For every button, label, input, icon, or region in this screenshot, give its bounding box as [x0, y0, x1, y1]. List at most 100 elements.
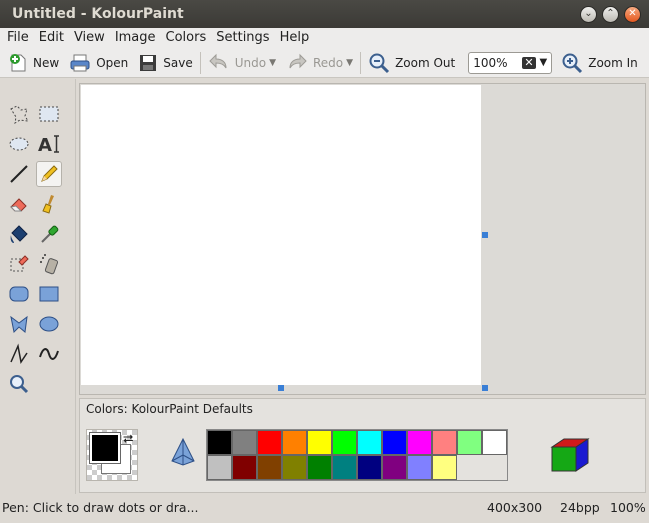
- canvas-scroll-area: [79, 83, 646, 395]
- rectangular-selection-tool[interactable]: [36, 101, 62, 127]
- undo-button[interactable]: Undo ▼: [203, 50, 281, 76]
- menu-file[interactable]: File: [2, 28, 34, 48]
- menu-colors[interactable]: Colors: [161, 28, 212, 48]
- color-swatch[interactable]: [207, 430, 232, 455]
- zoom-out-button[interactable]: Zoom Out: [363, 50, 460, 76]
- curve-tool[interactable]: [36, 341, 62, 367]
- color-swatch[interactable]: [307, 430, 332, 455]
- resize-handle-corner[interactable]: [482, 385, 488, 391]
- color-palette: [206, 429, 508, 481]
- drawing-canvas[interactable]: [81, 85, 481, 385]
- color-swatch[interactable]: [482, 430, 507, 455]
- pen-tool[interactable]: [36, 161, 62, 187]
- color-swatch[interactable]: [432, 430, 457, 455]
- flood-fill-tool[interactable]: [6, 221, 32, 247]
- resize-handle-bottom[interactable]: [278, 385, 284, 391]
- new-label: New: [33, 55, 60, 70]
- color-swatch[interactable]: [332, 455, 357, 480]
- main-toolbar: New Open Save Undo ▼ Redo ▼ Zoom Out 100…: [0, 48, 649, 78]
- clear-text-icon[interactable]: ✕: [522, 56, 536, 69]
- zoom-value: 100%: [473, 55, 508, 70]
- color-swatch[interactable]: [232, 455, 257, 480]
- tool-box: A: [2, 79, 76, 494]
- color-swatch[interactable]: [407, 455, 432, 480]
- free-form-selection-tool[interactable]: [6, 101, 32, 127]
- line-tool[interactable]: [6, 161, 32, 187]
- undo-dropdown-arrow-icon[interactable]: ▼: [269, 58, 276, 68]
- menu-help[interactable]: Help: [275, 28, 315, 48]
- color-swatch[interactable]: [457, 430, 482, 455]
- redo-icon: [289, 53, 307, 68]
- menu-settings[interactable]: Settings: [211, 28, 274, 48]
- color-swatch[interactable]: [307, 455, 332, 480]
- rect-select-icon: [39, 106, 59, 122]
- color-eraser-tool[interactable]: [6, 251, 32, 277]
- menu-image[interactable]: Image: [110, 28, 161, 48]
- color-swatch[interactable]: [382, 455, 407, 480]
- polygon-tool[interactable]: [6, 311, 32, 337]
- zoom-tool[interactable]: [6, 371, 32, 397]
- elliptical-selection-tool[interactable]: [6, 131, 32, 157]
- color-swatch[interactable]: [257, 430, 282, 455]
- color-cube-icon: [550, 438, 590, 472]
- redo-label: Redo: [313, 55, 344, 70]
- rectangle-tool[interactable]: [36, 281, 62, 307]
- foreground-color-swatch[interactable]: [89, 432, 121, 464]
- color-swatch[interactable]: [432, 455, 457, 480]
- redo-button[interactable]: Redo ▼: [281, 50, 358, 76]
- color-palette-label: Colors: KolourPaint Defaults: [86, 402, 253, 416]
- title-bar: Untitled - KolourPaint ⌄ ⌃ ✕: [0, 0, 649, 28]
- zoom-in-label: Zoom In: [588, 55, 638, 70]
- curve-icon: [39, 348, 59, 360]
- redo-dropdown-arrow-icon[interactable]: ▼: [346, 58, 353, 68]
- status-zoom: 100%: [610, 499, 646, 515]
- open-button[interactable]: Open: [64, 50, 133, 76]
- zoom-in-button[interactable]: Zoom In: [556, 50, 643, 76]
- status-color-depth: 24bpp: [560, 499, 600, 515]
- brush-tool[interactable]: [36, 191, 62, 217]
- color-swatch[interactable]: [232, 430, 257, 455]
- save-button[interactable]: Save: [133, 50, 197, 76]
- rounded-rectangle-icon: [9, 286, 29, 302]
- undo-icon: [209, 53, 227, 68]
- color-swatch[interactable]: [382, 430, 407, 455]
- menu-edit[interactable]: Edit: [34, 28, 69, 48]
- eraser-tool[interactable]: [6, 191, 32, 217]
- color-picker-tool[interactable]: [36, 221, 62, 247]
- zoom-select[interactable]: 100% ✕ ▼: [468, 51, 553, 74]
- zoom-out-label: Zoom Out: [395, 55, 456, 70]
- maximize-button[interactable]: ⌃: [602, 5, 619, 23]
- spraycan-tool[interactable]: [36, 251, 62, 277]
- save-disk-icon: [140, 54, 157, 71]
- new-button[interactable]: New: [3, 50, 64, 76]
- text-tool[interactable]: A: [36, 131, 62, 157]
- svg-text:A: A: [38, 135, 52, 155]
- save-label: Save: [163, 55, 193, 70]
- resize-handle-right[interactable]: [482, 232, 488, 238]
- eyedropper-icon: [41, 225, 59, 243]
- connected-lines-tool[interactable]: [6, 341, 32, 367]
- close-button[interactable]: ✕: [624, 5, 641, 23]
- rectangle-icon: [39, 286, 59, 302]
- swap-colors-icon[interactable]: ⮂: [123, 432, 133, 447]
- pencil-icon: [41, 165, 58, 182]
- zoom-in-icon: [562, 53, 583, 73]
- color-swatch[interactable]: [357, 430, 382, 455]
- color-swatch[interactable]: [282, 430, 307, 455]
- menu-bar: File Edit View Image Colors Settings Hel…: [0, 28, 649, 48]
- minimize-button[interactable]: ⌄: [580, 5, 597, 23]
- color-swatch[interactable]: [207, 455, 232, 480]
- color-swatch[interactable]: [407, 430, 432, 455]
- menu-view[interactable]: View: [69, 28, 110, 48]
- text-icon: A: [38, 135, 59, 155]
- color-swatch[interactable]: [357, 455, 382, 480]
- status-message: Pen: Click to draw dots or dra...: [2, 499, 199, 515]
- color-swatch[interactable]: [282, 455, 307, 480]
- chevron-down-icon[interactable]: ▼: [540, 57, 548, 68]
- transparent-color-icon[interactable]: [170, 437, 196, 467]
- color-swatch[interactable]: [257, 455, 282, 480]
- color-swatch[interactable]: [332, 430, 357, 455]
- ellipse-tool[interactable]: [36, 311, 62, 337]
- open-printer-icon: [70, 54, 90, 71]
- rounded-rectangle-tool[interactable]: [6, 281, 32, 307]
